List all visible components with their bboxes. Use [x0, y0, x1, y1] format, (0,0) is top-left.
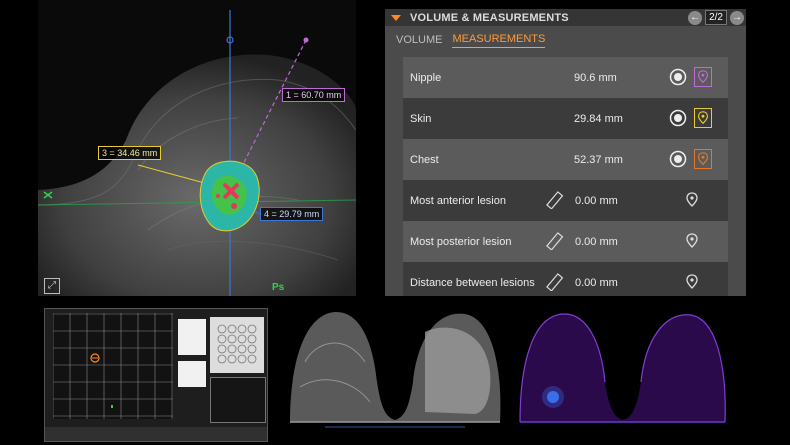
location-pin-icon[interactable] — [683, 190, 701, 210]
info-box — [210, 377, 266, 423]
collapse-arrow-icon[interactable] — [391, 14, 401, 21]
location-pin-icon[interactable] — [694, 149, 712, 169]
report-thumbnail[interactable] — [44, 308, 268, 442]
report-footer — [45, 427, 267, 441]
location-pin-icon[interactable] — [694, 108, 712, 128]
row-label: Most posterior lesion — [410, 235, 512, 248]
row-label: Chest — [410, 153, 439, 166]
measurement-row-nipple: Nipple 90.6 mm — [403, 57, 728, 98]
next-page-button[interactable]: → — [730, 10, 744, 25]
orientation-label: Ps — [272, 282, 285, 293]
bilateral-mip-image — [519, 313, 726, 423]
expand-icon[interactable]: ⤢ — [44, 278, 60, 294]
measurement-rows: Nipple 90.6 mm Skin 29.84 mm Chest 52.37… — [403, 57, 728, 296]
breast-axial-image — [38, 10, 356, 296]
page-indicator: 2/2 — [705, 10, 727, 25]
measurement-row-chest: Chest 52.37 mm — [403, 139, 728, 180]
measurement-row-most-posterior-lesion: Most posterior lesion 0.00 mm — [403, 221, 728, 262]
tab-volume[interactable]: VOLUME — [396, 34, 442, 48]
ruler-icon[interactable] — [546, 191, 564, 209]
row-value: 29.84 mm — [574, 112, 623, 125]
measurement-row-skin: Skin 29.84 mm — [403, 98, 728, 139]
visibility-toggle-icon[interactable] — [669, 68, 687, 86]
pager: ← 2/2 → — [688, 10, 744, 25]
row-value: 52.37 mm — [574, 153, 623, 166]
mri-axial-thumbnail[interactable] — [285, 302, 505, 440]
row-value: 0.00 mm — [575, 194, 618, 207]
skin-measurement-label[interactable]: 3 = 34.46 mm — [98, 146, 162, 160]
location-pin-icon[interactable] — [683, 231, 701, 251]
row-value: 0.00 mm — [575, 235, 618, 248]
bilateral-breast-image — [290, 311, 501, 428]
location-pin-icon[interactable] — [683, 272, 701, 292]
row-label: Skin — [410, 112, 432, 125]
panel-header: VOLUME & MEASUREMENTS ← 2/2 → — [385, 9, 746, 26]
measurement-row-distance-between-lesions: Distance between lesions 0.00 mm — [403, 262, 728, 296]
nipple-measurement-label[interactable]: 1 = 60.70 mm — [282, 88, 346, 102]
sample-grid-image — [210, 317, 264, 373]
purple-mip-thumbnail[interactable] — [515, 302, 730, 440]
row-label: Most anterior lesion — [410, 194, 506, 207]
row-label: Distance between lesions — [410, 276, 535, 289]
visibility-toggle-icon[interactable] — [669, 150, 687, 168]
panel-tabs: VOLUME MEASUREMENTS — [385, 26, 746, 48]
location-pin-icon[interactable] — [694, 67, 712, 87]
grid-map-image — [53, 313, 173, 419]
ruler-icon[interactable] — [546, 273, 564, 291]
volume-measurements-panel: VOLUME & MEASUREMENTS ← 2/2 → VOLUME MEA… — [385, 9, 746, 296]
measurement-row-most-anterior-lesion: Most anterior lesion 0.00 mm — [403, 180, 728, 221]
tab-measurements[interactable]: MEASUREMENTS — [452, 33, 546, 48]
mri-viewport[interactable]: 1 = 60.70 mm 3 = 34.46 mm 4 = 29.79 mm P… — [38, 0, 356, 296]
row-value: 90.6 mm — [574, 71, 617, 84]
panel-title: VOLUME & MEASUREMENTS — [410, 11, 569, 24]
row-value: 0.00 mm — [575, 276, 618, 289]
row-label: Nipple — [410, 71, 442, 84]
lesion-measurement-label[interactable]: 4 = 29.79 mm — [260, 207, 324, 221]
ruler-icon[interactable] — [546, 232, 564, 250]
preview-card — [178, 361, 206, 387]
preview-card — [178, 319, 206, 355]
visibility-toggle-icon[interactable] — [669, 109, 687, 127]
prev-page-button[interactable]: ← — [688, 10, 703, 25]
